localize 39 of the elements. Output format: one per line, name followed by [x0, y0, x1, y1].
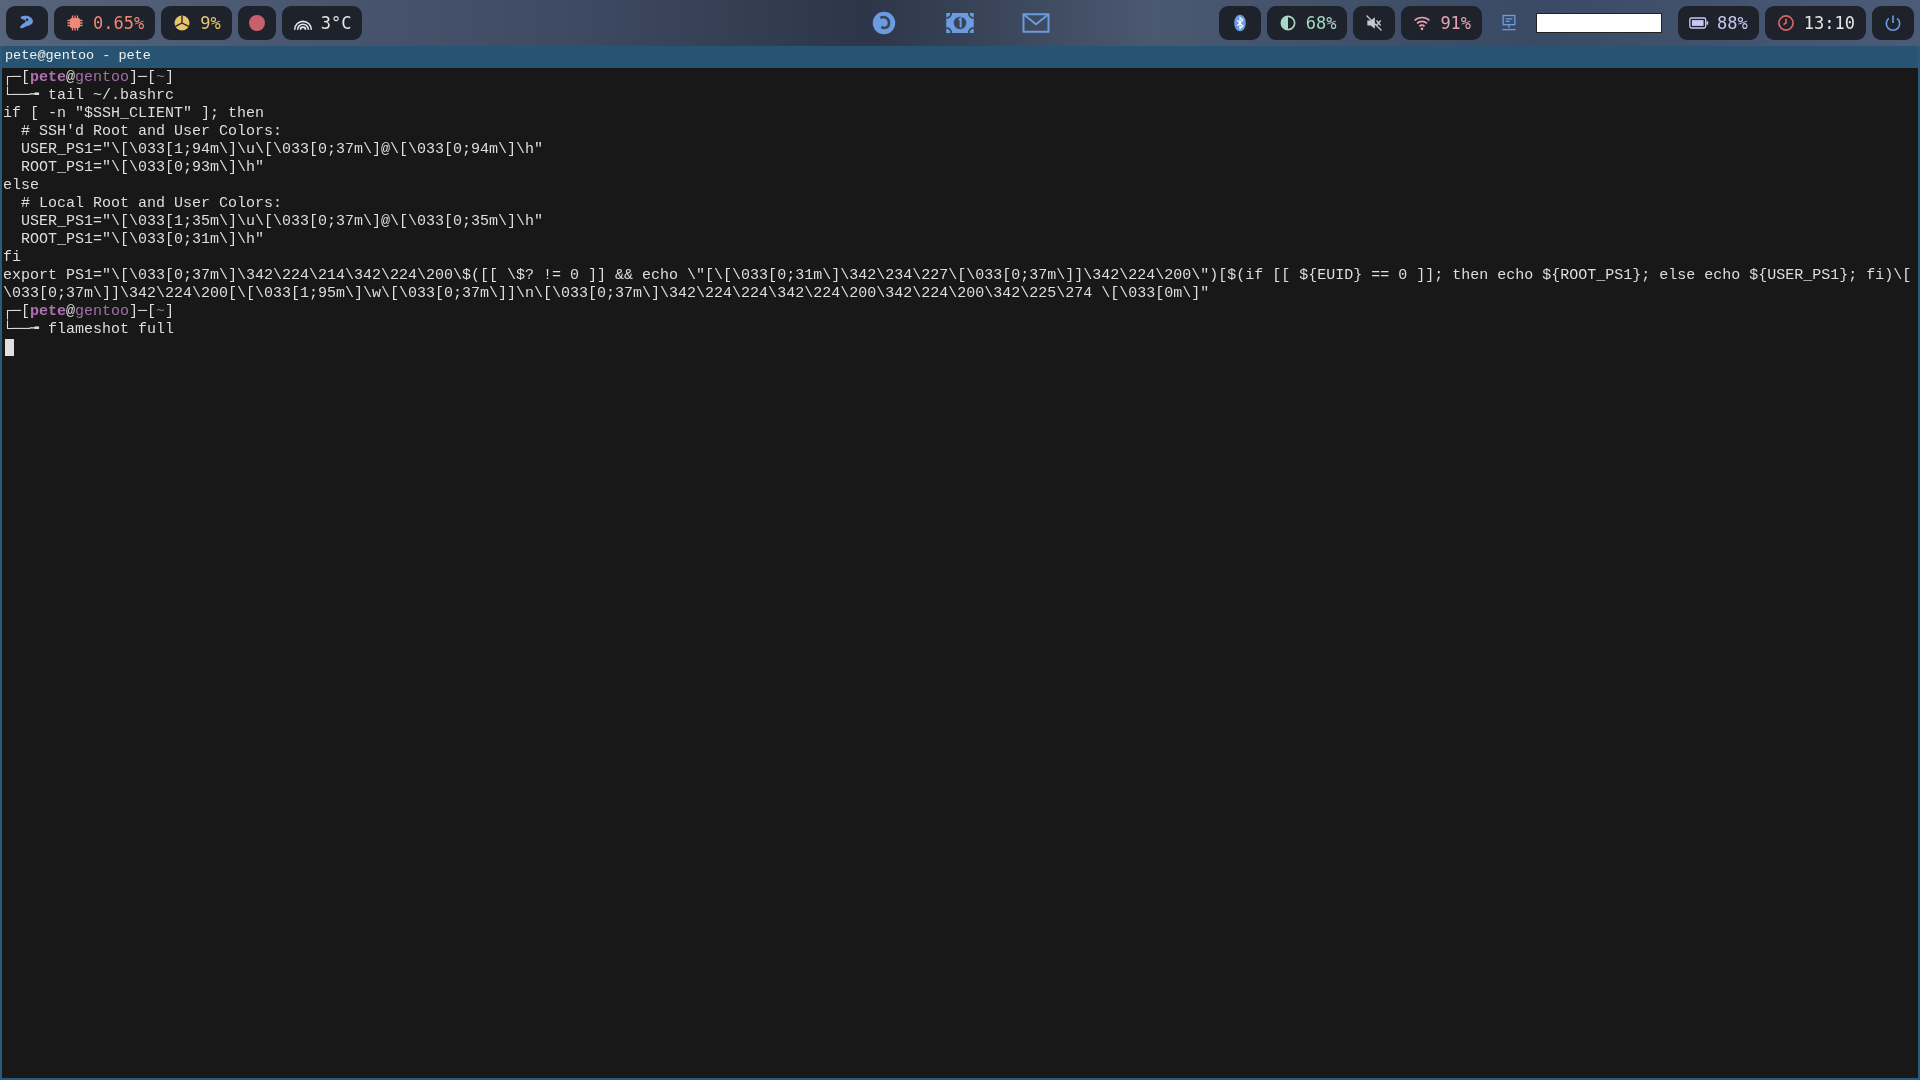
- output-line: else: [3, 177, 39, 195]
- output-line: USER_PS1="\[\033[1;94m\]\u\[\033[0;37m\]@\[\033[0;94m\]\h": [20, 141, 544, 159]
- memory-module[interactable]: 9%: [161, 6, 232, 40]
- power-icon: [1883, 13, 1903, 33]
- output-line: fi: [3, 249, 21, 267]
- memory-reading: 9%: [200, 13, 221, 33]
- muted-module[interactable]: [1353, 6, 1396, 40]
- temperature-reading: 3°C: [320, 13, 352, 33]
- cpu-module[interactable]: 0.65%: [54, 6, 156, 40]
- clock-reading: 13:10: [1803, 13, 1855, 33]
- output-line: export PS1="\[\033[0;37m\]\342\224\214\342\224\200\$([[ \$? != 0 ]] && echo \"[\[\033[0;31m\]\342\234\227\[\033[0;37m\]]\342\224\200\")[$(if [[ ${EUID} == 0 ]]; then echo ${ROOT_PS1}; else echo ${USER_PS1}; fi)\[: [3, 267, 1912, 285]
- battery-reading: 88%: [1717, 13, 1748, 33]
- record-module[interactable]: [237, 6, 276, 40]
- output-line: USER_PS1="\[\033[1;35m\]\u\[\033[0;37m\]@\[\033[0;35m\]\h": [20, 213, 544, 231]
- clock-module[interactable]: 13:10: [1764, 6, 1866, 40]
- chip-icon: [65, 13, 85, 33]
- power-module[interactable]: [1872, 6, 1914, 40]
- prompt-line: └──╼ flameshot full: [3, 321, 175, 339]
- cpu-reading: 0.65%: [93, 13, 145, 33]
- prompt-line: └──╼ tail ~/.bashrc: [3, 87, 175, 105]
- wifi-module[interactable]: 91%: [1401, 6, 1483, 40]
- temperature-module[interactable]: 3°C: [281, 6, 363, 40]
- output-line: # SSH'd Root and User Colors:: [20, 123, 283, 141]
- bluetooth-module[interactable]: [1218, 6, 1261, 40]
- brightness-module[interactable]: 68%: [1266, 6, 1348, 40]
- brightness-reading: 68%: [1305, 13, 1337, 33]
- output-line: # Local Root and User Colors:: [20, 195, 283, 213]
- output-line: ROOT_PS1="\[\033[0;31m\]\h": [20, 231, 265, 249]
- prompt-line: ┌─[pete@gentoo]─[~]: [3, 69, 175, 87]
- clock-icon: [1775, 13, 1796, 33]
- logo-module[interactable]: [6, 6, 48, 40]
- window-title: pete@gentoo - pete: [2, 46, 1918, 68]
- output-line: if [ -n "$SSH_CLIENT" ]; then: [3, 105, 265, 123]
- text-cursor: [5, 339, 14, 356]
- wifi-reading: 91%: [1440, 13, 1472, 33]
- output-line: ROOT_PS1="\[\033[0;93m\]\h": [20, 159, 265, 177]
- battery-module[interactable]: 88%: [1678, 6, 1759, 40]
- output-line: \033[0;37m\]]\342\224\200[\[\033[1;95m\]\w\[\033[0;37m\]]\n\[\033[0;37m\]\342\224\224\342\224\200\342\224\200\342\225\274 \[\033[0m\]": [3, 285, 1210, 303]
- prompt-line: ┌─[pete@gentoo]─[~]: [3, 303, 175, 321]
